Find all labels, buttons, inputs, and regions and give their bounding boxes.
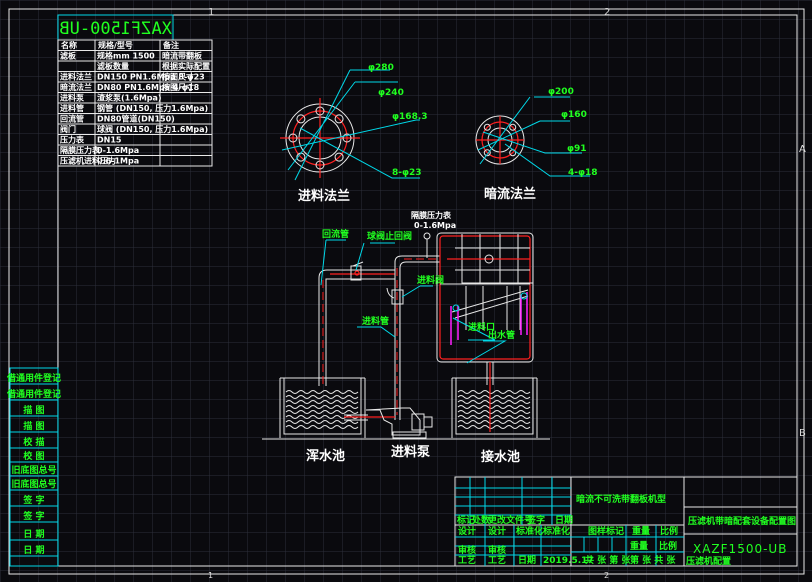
zone-row-b: B [799,428,806,439]
process-value: 工艺 [488,554,506,566]
process-label: 工艺 [458,554,476,566]
spec-cell-name: 回流管 [60,114,84,124]
scale-label: 比例 [660,525,678,537]
spec-cell-spec: 0.6-1Mpa [97,157,139,166]
side-panel-cell: 借通用件登记 [6,372,61,384]
dim-240: φ240 [378,88,404,98]
spec-cell-name: 阀门 [60,124,76,134]
dim-91: φ91 [567,144,587,154]
inlet-flange-caption: 进料法兰 [298,188,350,204]
spec-cell-spec: 球阀 (DN150, 压力1.6Mpa) [97,124,208,134]
sheets-label: 共 张 第 张 [585,554,631,566]
spec-cell-name: 进料管 [60,103,84,113]
spec-cell-note: 按图尺寸 [162,82,194,92]
drawing-code: XAZF1500-UB [693,542,787,556]
spec-cell-spec: 渣浆泵(1.6Mpa) [97,93,162,103]
date-label: 日期 [518,554,536,566]
standard-value: 标准化 [542,525,570,537]
zone-col2-top: 2 [604,7,610,18]
review-value: 审核 [488,544,506,556]
side-panel-cell: 日 期 [23,544,44,556]
spec-cell-note: 暗流带翻板 [162,51,203,61]
review-label: 审核 [458,544,476,556]
weight-value: 重量 [630,540,648,552]
dim-168: φ168.3 [392,112,428,122]
design-label: 设计 [458,525,476,537]
design-value: 设计 [488,525,506,537]
spec-cell-spec: 滤板数量 [97,61,129,71]
spec-cell-note: 按图尺寸 [162,72,194,82]
left-tank-label: 浑水池 [306,448,345,464]
cad-drawing: 1 2 1 2 A B XAZF1500-UB 名称 规格/型号 备注滤板 规格mm … [0,0,812,582]
standard-label: 标准化 [515,525,543,537]
scale-value: 比例 [659,540,677,552]
side-panel-cell: 签 字 [22,510,44,522]
callout-feed-pipe: 进料管 [362,315,389,327]
underflow-flange-caption: 暗流法兰 [484,186,536,202]
dim-160: φ160 [561,110,587,120]
side-panel-cell: 旧底图总号 [11,478,56,490]
stage-label: 图样标记 [588,525,624,537]
callout-return-pipe: 回流管 [322,228,349,240]
spec-cell-spec: DN15 [97,136,122,145]
spec-cell-spec: 钢管 (DN150, 压力1.6Mpa) [97,103,208,113]
side-panel-cell: 借通用件登记 [6,388,61,400]
spec-cell-note: 根据实际配置 [162,61,210,71]
callout-drain: 出水管 [488,329,515,341]
spec-cell-name: 进料泵 [60,93,84,103]
spec-cell-spec: DN80管道(DN150) [97,114,175,124]
company: 压滤机配置 [686,555,731,567]
drawing-number-box: XAZF1500-UB [57,14,174,41]
dim-8-23: 8-φ23 [392,168,422,178]
dim-4-18: 4-φ18 [568,168,598,178]
spec-cell-name: 进料法兰 [60,72,92,82]
side-panel-cell: 描 图 [23,420,44,432]
side-panel-cell: 校 描 [23,436,44,448]
zone-row-a: A [799,144,806,155]
drawing-title: 压滤机带暗配套设备配置图 [688,515,796,527]
side-panel-cell: 描 图 [23,404,44,416]
dim-200: φ200 [548,87,574,97]
dim-280: φ280 [368,63,394,73]
zone-col2-bottom: 2 [604,571,609,580]
side-panel-cell: 旧底图总号 [11,464,56,476]
spec-cell-name: 压力表 [60,135,85,145]
sheet-number: 第 张 共 张 [630,554,676,566]
zone-col1-bottom: 1 [208,571,213,580]
spec-cell-name: 滤板 [60,51,77,61]
right-tank-label: 接水池 [481,449,520,465]
spec-header: 名称 [61,40,77,50]
spec-cell-spec: 规格mm 1500 [97,51,155,61]
product-name: 暗流不可洗带翻板机型 [576,493,666,505]
spec-cell-spec: 0-1.6Mpa [97,146,139,155]
zone-col1-top: 1 [208,7,214,18]
spec-cell-name: 隔膜压力表 [60,145,101,155]
callout-gauge-range: 0-1.6Mpa [414,221,456,230]
callout-valve: 球阀止回阀 [367,230,412,242]
drawing-number-mirrored: XAZF1500-UB [59,19,172,39]
revision-header: 日期 [555,514,573,526]
callout-gate-valve: 进料阀 [417,274,444,286]
weight-label: 重量 [632,525,650,537]
pump-label: 进料泵 [391,444,430,460]
spec-header: 备注 [162,40,179,50]
side-panel-cell: 日 期 [23,528,44,540]
side-panel-cell: 校 图 [23,450,44,462]
spec-header: 规格/型号 [98,40,133,50]
revision-header: 签字 [526,514,545,526]
callout-gauge: 隔膜压力表 [411,210,452,220]
spec-cell-name: 暗流法兰 [60,82,92,92]
side-panel-cell: 签 字 [22,494,44,506]
